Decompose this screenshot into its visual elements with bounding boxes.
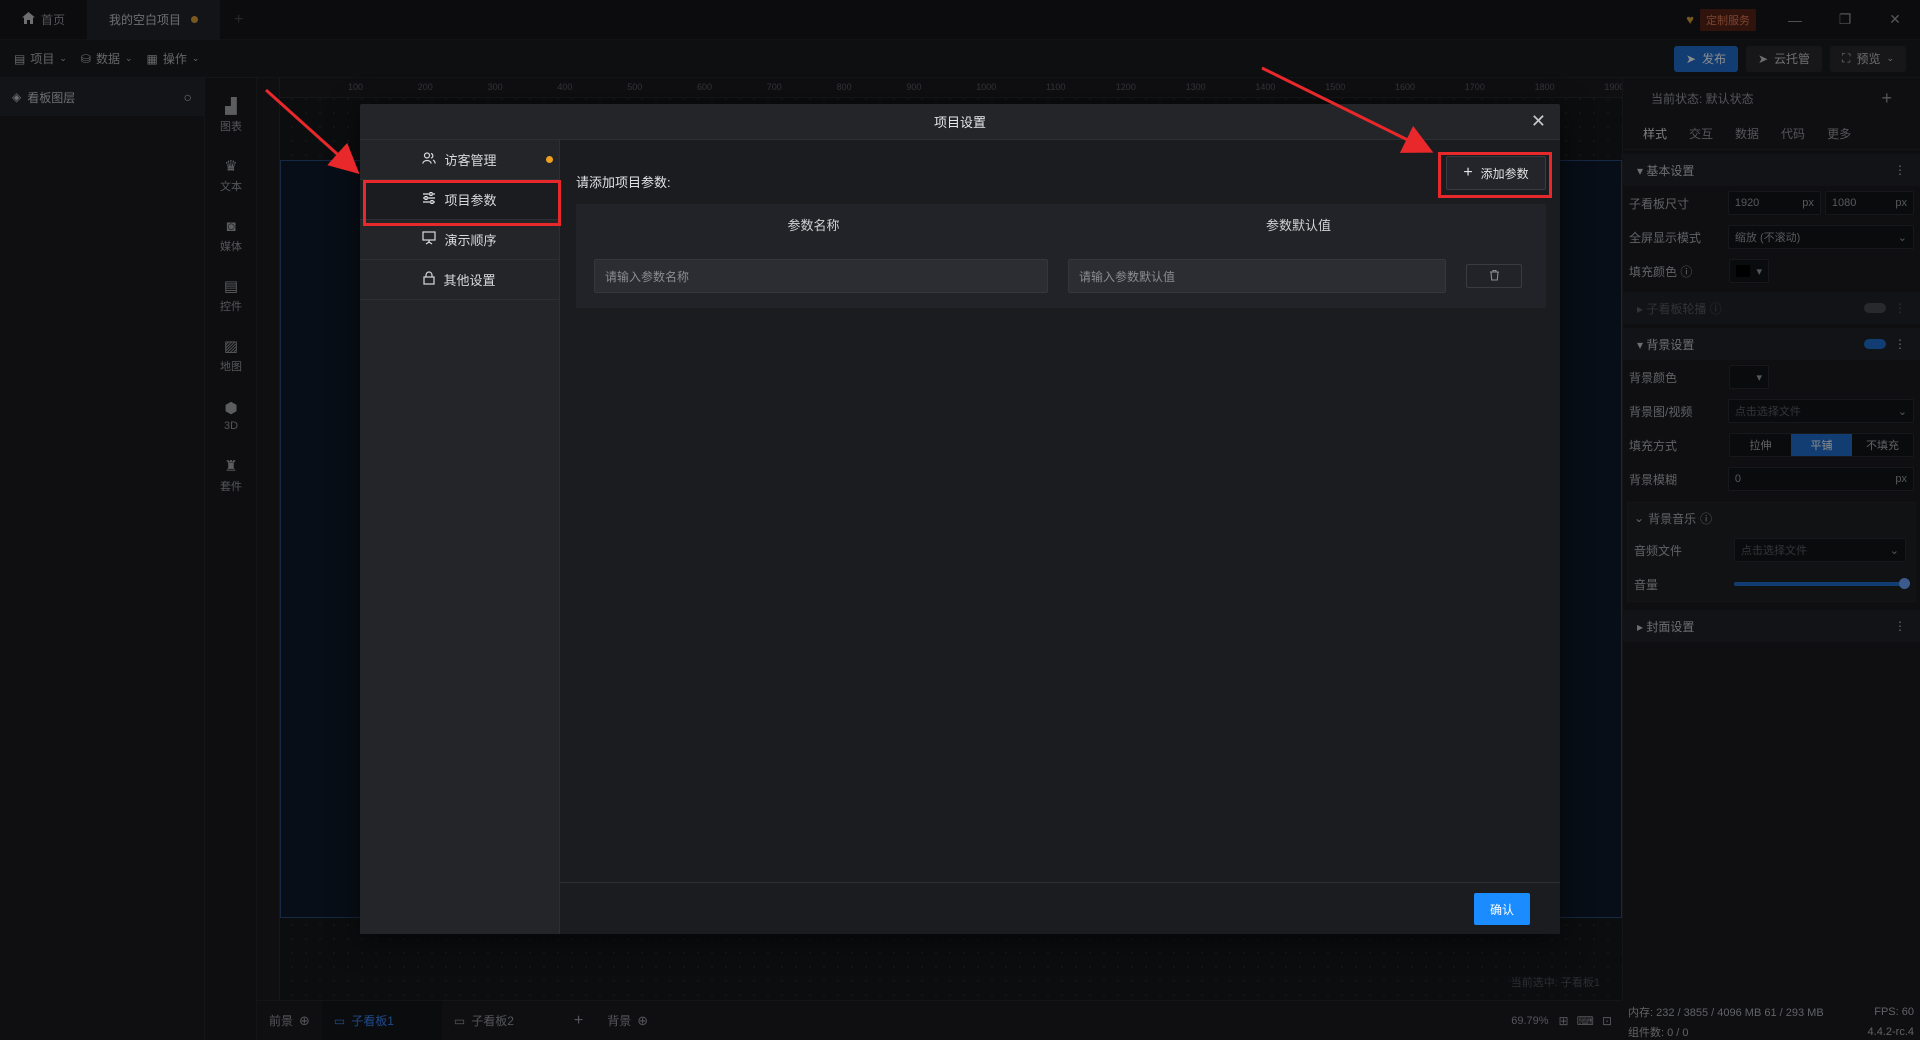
annotation-arrows bbox=[264, 66, 1434, 175]
annotation-arrow-left bbox=[264, 88, 360, 175]
annotation-arrow-right bbox=[1261, 66, 1434, 153]
